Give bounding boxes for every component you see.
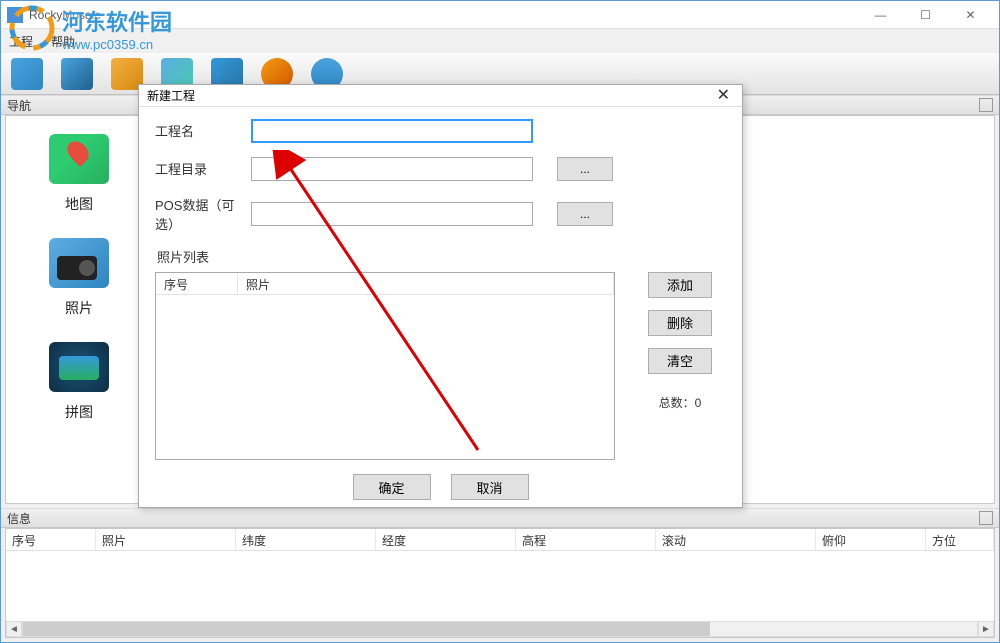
col-lng[interactable]: 经度 [376,529,516,550]
toolbar-open-icon[interactable] [61,58,93,90]
nav-item-label: 地图 [65,194,93,214]
browse-dir-button[interactable]: ... [557,157,613,181]
dialog-close-button[interactable]: ✕ [713,85,734,105]
nav-item-photo[interactable]: 照片 [34,238,124,318]
horizontal-scrollbar[interactable]: ◄ ► [6,621,994,637]
info-panel-dock-icon[interactable] [979,511,993,525]
project-dir-input[interactable] [251,157,533,181]
col-index[interactable]: 序号 [6,529,96,550]
menu-help[interactable]: 帮助 [51,33,75,50]
col-index[interactable]: 序号 [156,273,238,294]
map-icon [49,134,109,184]
new-project-dialog: 新建工程 ✕ 工程名 工程目录 ... POS数据（可选） ... 照片列表 序… [138,84,743,508]
maximize-button[interactable]: ☐ [903,1,948,29]
nav-item-label: 照片 [65,298,93,318]
info-panel-title: 信息 [7,510,31,527]
browse-pos-button[interactable]: ... [557,202,613,226]
col-lat[interactable]: 纬度 [236,529,376,550]
titlebar: RockyMosaic — ☐ ✕ [1,1,999,29]
minimize-button[interactable]: — [858,1,903,29]
pos-data-input[interactable] [251,202,533,226]
photo-list-header: 序号 照片 [156,273,614,295]
scroll-right-icon[interactable]: ► [978,621,994,637]
photo-list[interactable]: 序号 照片 [155,272,615,460]
dialog-title: 新建工程 [147,87,195,104]
total-count: 总数：0 [659,394,702,411]
scroll-left-icon[interactable]: ◄ [6,621,22,637]
clear-button[interactable]: 清空 [648,348,712,374]
project-dir-label: 工程目录 [155,159,251,178]
toolbar-new-icon[interactable] [11,58,43,90]
info-panel: 序号 照片 纬度 经度 高程 滚动 俯仰 方位 ◄ ► [5,528,995,638]
close-button[interactable]: ✕ [948,1,993,29]
info-panel-header: 信息 [1,508,999,528]
project-name-label: 工程名 [155,121,251,140]
panorama-icon [49,342,109,392]
col-photo[interactable]: 照片 [238,273,614,294]
menu-project[interactable]: 工程 [9,33,33,50]
nav-panel-dock-icon[interactable] [979,98,993,112]
photo-list-label: 照片列表 [157,247,726,266]
nav-item-label: 拼图 [65,402,93,422]
col-roll[interactable]: 滚动 [656,529,816,550]
col-pitch[interactable]: 俯仰 [816,529,926,550]
pos-data-label: POS数据（可选） [155,195,251,233]
add-button[interactable]: 添加 [648,272,712,298]
project-name-input[interactable] [251,119,533,143]
app-icon [7,7,23,23]
camera-icon [49,238,109,288]
col-yaw[interactable]: 方位 [926,529,994,550]
nav-item-puzzle[interactable]: 拼图 [34,342,124,422]
info-table-header: 序号 照片 纬度 经度 高程 滚动 俯仰 方位 [6,529,994,551]
ok-button[interactable]: 确定 [353,474,431,500]
nav-panel-title: 导航 [7,97,31,114]
col-photo[interactable]: 照片 [96,529,236,550]
window-title: RockyMosaic [29,8,858,22]
menubar: 工程 帮助 [1,29,999,53]
cancel-button[interactable]: 取消 [451,474,529,500]
nav-item-map[interactable]: 地图 [34,134,124,214]
dialog-titlebar: 新建工程 ✕ [139,85,742,107]
delete-button[interactable]: 删除 [648,310,712,336]
col-alt[interactable]: 高程 [516,529,656,550]
scroll-thumb[interactable] [23,622,710,636]
